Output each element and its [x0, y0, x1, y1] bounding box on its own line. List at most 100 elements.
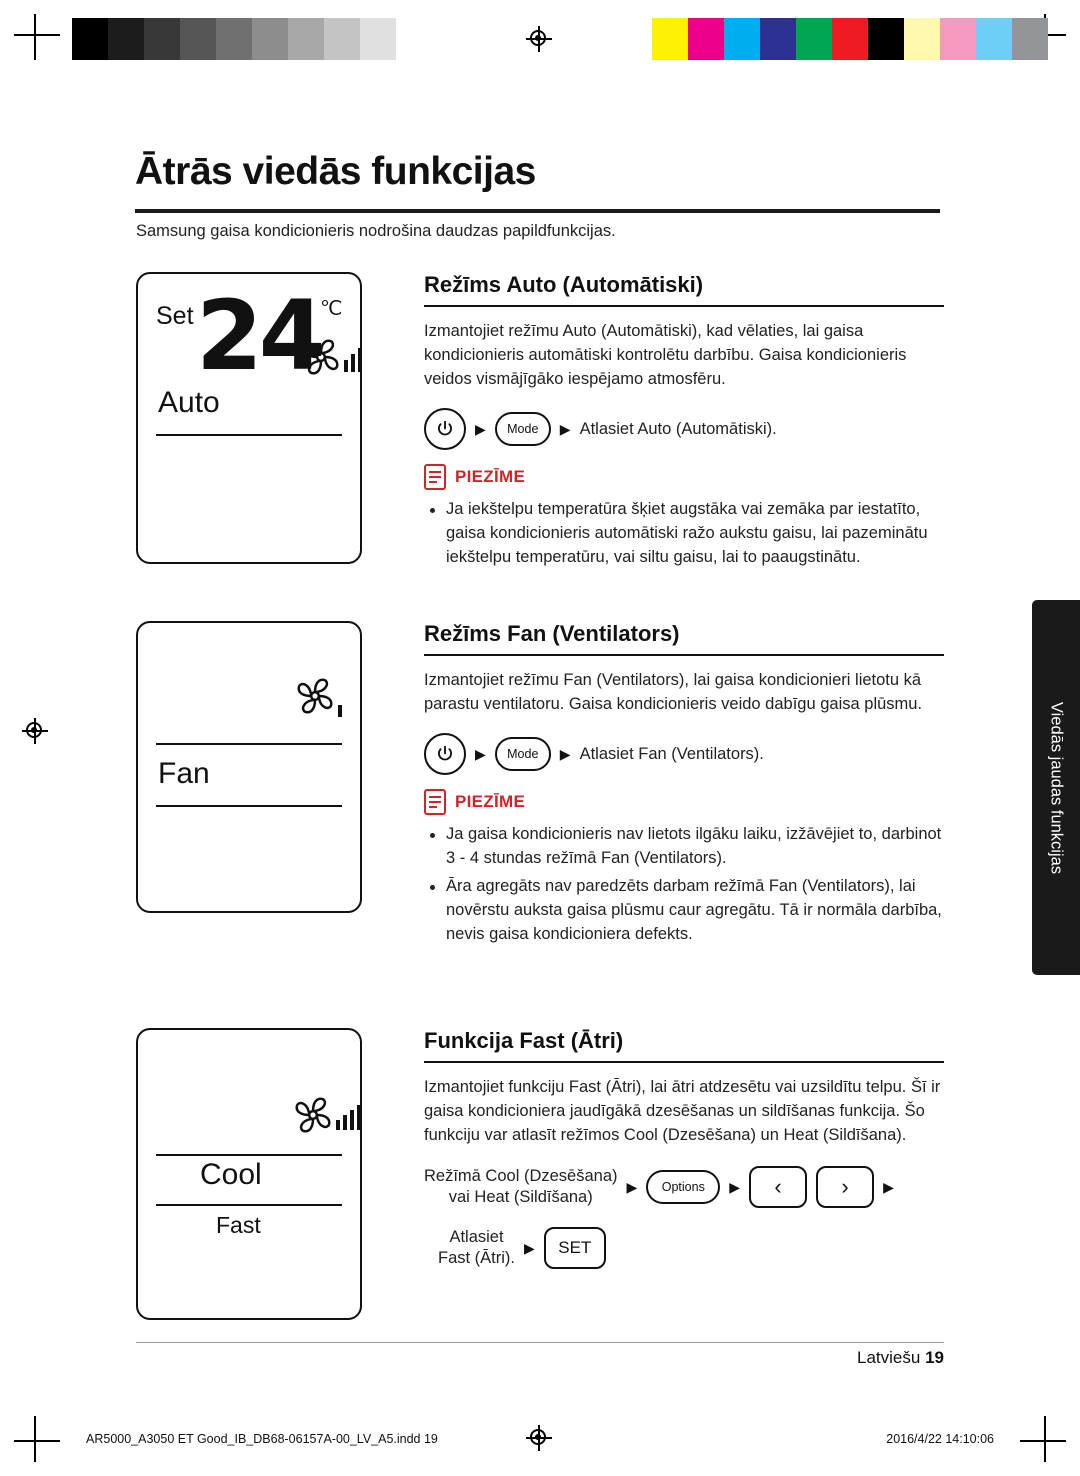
- color-swatch: [760, 18, 796, 60]
- arrow-right-button[interactable]: ›: [816, 1166, 875, 1209]
- color-swatch: [724, 18, 760, 60]
- panel-divider-bottom: [156, 1204, 342, 1206]
- arrow-separator: ▶: [475, 420, 486, 437]
- fast-context-line2: vai Heat (Sildīšana): [448, 1188, 593, 1207]
- note-header: PIEZĪME: [424, 789, 944, 816]
- crop-mark-bottom-right-h: [1020, 1440, 1066, 1442]
- step-instruction: Atlasiet Auto (Automātiski).: [579, 419, 777, 438]
- crop-mark-top-left: [34, 14, 36, 60]
- crop-mark-bottom-left-h: [14, 1440, 60, 1442]
- intro-text: Samsung gaisa kondicionieris nodrošina d…: [136, 222, 616, 240]
- color-swatch: [976, 18, 1012, 60]
- color-swatch: [1012, 18, 1048, 60]
- fast-mode-context: Režīmā Cool (Dzesēšana) vai Heat (Sildīš…: [424, 1166, 618, 1209]
- side-tab-chapter: Viedās jaudas funkcijas: [1032, 600, 1080, 975]
- crop-mark-bottom-right: [1044, 1416, 1046, 1462]
- arrow-separator: ▶: [524, 1239, 535, 1256]
- section-fan: Režīms Fan (Ventilators) Izmantojiet rež…: [424, 621, 944, 951]
- fan-blade-icon: [290, 1092, 336, 1138]
- options-button[interactable]: Options: [646, 1170, 721, 1205]
- panel-divider-top: [156, 1154, 342, 1156]
- gray-swatch: [252, 18, 288, 60]
- color-calibration-strip: [652, 18, 1048, 60]
- section-divider: [424, 654, 944, 656]
- footer-page-info: Latviešu 19: [857, 1348, 944, 1368]
- power-icon: [438, 421, 452, 436]
- color-swatch: [688, 18, 724, 60]
- step-row: ▶ Mode ▶ Atlasiet Auto (Automātiski).: [424, 408, 944, 451]
- panel-mode-label: Cool: [200, 1158, 262, 1191]
- gray-swatch: [216, 18, 252, 60]
- display-panel-auto: Set 24 ℃ Auto: [136, 272, 362, 564]
- fast-context-line1: Režīmā Cool (Dzesēšana): [424, 1166, 618, 1185]
- panel-divider-top: [156, 743, 342, 745]
- gray-swatch: [180, 18, 216, 60]
- arrow-separator: ▶: [559, 420, 571, 437]
- arrow-separator: ▶: [626, 1178, 638, 1195]
- gray-swatch: [360, 18, 396, 60]
- imprint-timestamp: 2016/4/22 14:10:06: [886, 1432, 994, 1446]
- color-swatch: [904, 18, 940, 60]
- side-tab-label: Viedās jaudas funkcijas: [1047, 701, 1066, 874]
- registration-mark-left: [22, 718, 48, 744]
- section-auto: Režīms Auto (Automātiski) Izmantojiet re…: [424, 272, 944, 574]
- section-divider: [424, 305, 944, 307]
- mode-button[interactable]: Mode: [494, 412, 551, 447]
- imprint-filename: AR5000_A3050 ET Good_IB_DB68-06157A-00_L…: [86, 1432, 438, 1446]
- note-icon: [424, 789, 446, 816]
- note-header: PIEZĪME: [424, 464, 944, 491]
- step-row-fast-1: Režīmā Cool (Dzesēšana) vai Heat (Sildīš…: [424, 1166, 944, 1209]
- panel-divider: [156, 434, 342, 436]
- page-title: Ātrās viedās funkcijas: [135, 150, 536, 193]
- arrow-separator: ▶: [729, 1178, 741, 1195]
- gray-swatch: [288, 18, 324, 60]
- fan-blade-icon: [292, 673, 338, 719]
- section-body: Izmantojiet režīmu Fan (Ventilators), la…: [424, 671, 923, 713]
- panel-divider-bottom: [156, 805, 342, 807]
- power-button[interactable]: [424, 408, 466, 451]
- arrow-separator: ▶: [475, 745, 486, 762]
- section-heading: Funkcija Fast (Ātri): [424, 1028, 624, 1053]
- note-item: Āra agregāts nav paredzēts darbam režīmā…: [424, 875, 944, 947]
- fast-select-line1: Atlasiet: [449, 1227, 504, 1246]
- section-heading: Režīms Fan (Ventilators): [424, 621, 680, 646]
- note-label: PIEZĪME: [455, 792, 526, 812]
- section-divider: [424, 1061, 944, 1063]
- footer-language: Latviešu: [857, 1348, 921, 1367]
- section-heading: Režīms Auto (Automātiski): [424, 272, 704, 297]
- step-instruction: Atlasiet Fan (Ventilators).: [579, 744, 764, 763]
- gray-swatch: [396, 18, 432, 60]
- set-button[interactable]: SET: [543, 1227, 606, 1270]
- color-swatch: [796, 18, 832, 60]
- note-list: Ja gaisa kondicionieris nav lietots ilgā…: [424, 823, 944, 947]
- crop-mark-top-left-h: [14, 34, 60, 36]
- arrow-separator: ▶: [559, 745, 571, 762]
- power-button[interactable]: [424, 733, 466, 776]
- mode-button[interactable]: Mode: [494, 737, 551, 772]
- registration-mark-bottom: [526, 1425, 552, 1451]
- display-panel-cool: Cool Fast: [136, 1028, 362, 1320]
- title-divider: [135, 209, 940, 213]
- grayscale-calibration-strip: [72, 18, 432, 60]
- crop-mark-bottom-left: [34, 1416, 36, 1462]
- arrow-separator: ▶: [883, 1178, 894, 1195]
- fast-select-line2: Fast (Ātri).: [438, 1249, 515, 1268]
- color-swatch: [652, 18, 688, 60]
- step-row: ▶ Mode ▶ Atlasiet Fan (Ventilators).: [424, 733, 944, 776]
- footer-page-number: 19: [925, 1348, 944, 1367]
- fan-blade-icon: [298, 334, 344, 380]
- gray-swatch: [108, 18, 144, 60]
- section-body: Izmantojiet funkciju Fast (Ātri), lai āt…: [424, 1078, 941, 1144]
- section-body: Izmantojiet režīmu Auto (Automātiski), k…: [424, 322, 907, 388]
- fan-speed-bars: [336, 1104, 361, 1130]
- color-swatch: [868, 18, 904, 60]
- arrow-left-button[interactable]: ‹: [749, 1166, 808, 1209]
- panel-sub-label: Fast: [216, 1212, 261, 1238]
- degree-unit: ℃: [320, 298, 343, 320]
- gray-swatch: [72, 18, 108, 60]
- note-item: Ja iekštelpu temperatūra šķiet augstāka …: [424, 498, 944, 570]
- fast-select-text: Atlasiet Fast (Ātri).: [438, 1227, 515, 1270]
- footer-divider: [136, 1342, 944, 1343]
- step-row-fast-2: Atlasiet Fast (Ātri). ▶ SET: [438, 1227, 944, 1270]
- panel-mode-label: Fan: [158, 757, 210, 790]
